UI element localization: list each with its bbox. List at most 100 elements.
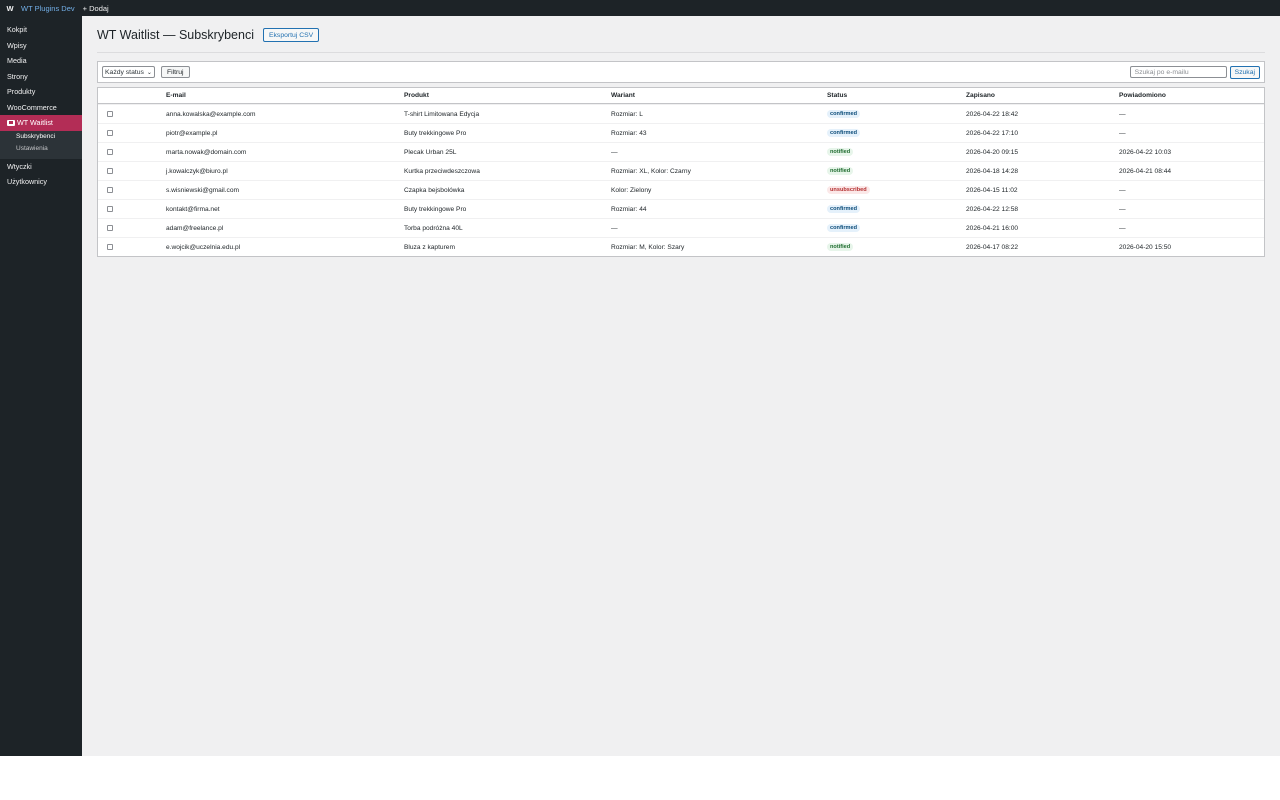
status-badge: confirmed [827, 224, 861, 232]
cell-product: Plecak Urban 25L [404, 148, 457, 156]
page-header: WT Waitlist — Subskrybenci Eksportuj CSV [97, 28, 320, 42]
sidebar-item-wt-waitlist[interactable]: WT Waitlist [0, 115, 82, 131]
table-row[interactable]: s.wisniewski@gmail.com Czapka bejsbolówka… [98, 180, 1264, 199]
row-checkbox[interactable] [107, 206, 113, 212]
sidebar-item-label: Wpisy [7, 40, 27, 50]
submenu-item-subscribers[interactable]: Subskrybenci [0, 131, 82, 143]
waitlist-submenu: Subskrybenci Ustawienia [0, 130, 82, 159]
add-new-link[interactable]: + Dodaj [83, 4, 109, 13]
sidebar-item-label: Wtyczki [7, 161, 32, 171]
cell-email: kontakt@firma.net [166, 205, 220, 213]
cell-saved: 2026-04-22 12:58 [966, 205, 1019, 213]
cell-product: Buty trekkingowe Pro [404, 205, 467, 213]
sidebar-item-users[interactable]: Użytkownicy [0, 174, 82, 190]
cell-saved: 2026-04-21 16:00 [966, 224, 1019, 232]
search-input[interactable] [1129, 66, 1227, 78]
row-check-cell [98, 206, 166, 212]
table-row[interactable]: kontakt@firma.net Buty trekkingowe Pro Roz… [98, 199, 1264, 218]
sidebar-item-label: WT Waitlist [17, 118, 53, 128]
row-check-cell [98, 168, 166, 174]
cell-saved: 2026-04-17 08:22 [966, 243, 1019, 251]
sidebar-item-posts[interactable]: Wpisy [0, 38, 82, 54]
cell-status: notified [827, 148, 966, 156]
cell-variant: — [611, 148, 618, 156]
status-filter-select[interactable]: Każdy status ⌄ [102, 66, 155, 78]
cell-notified: — [1119, 186, 1126, 194]
cell-saved: 2026-04-22 17:10 [966, 129, 1019, 137]
site-name-link[interactable]: WT Plugins Dev [21, 4, 75, 13]
cell-email: piotr@example.pl [166, 129, 218, 137]
sidebar-item-woocommerce[interactable]: WooCommerce [0, 100, 82, 116]
table-row[interactable]: e.wojcik@uczelnia.edu.pl Bluza z kapturem… [98, 237, 1264, 256]
row-check-cell [98, 244, 166, 250]
status-filter-value: Każdy status [105, 68, 144, 76]
column-header-email[interactable]: E-mail [166, 92, 404, 99]
row-checkbox[interactable] [107, 149, 113, 155]
cell-product: Bluza z kapturem [404, 243, 455, 251]
cell-variant: Kolor: Zielony [611, 186, 652, 194]
row-checkbox[interactable] [107, 111, 113, 117]
cell-product: Buty trekkingowe Pro [404, 129, 467, 137]
cell-status: confirmed [827, 129, 966, 137]
sidebar-item-label: WooCommerce [7, 102, 57, 112]
table-row[interactable]: adam@freelance.pl Torba podróżna 40L — conf… [98, 218, 1264, 237]
filter-toolbar: Każdy status ⌄ Filtruj Szukaj [97, 61, 1265, 83]
admin-sidebar: Kokpit Wpisy Media Strony Produkty WooCo… [0, 16, 82, 756]
column-header-variant[interactable]: Wariant [611, 92, 827, 99]
row-check-cell [98, 149, 166, 155]
cell-email: adam@freelance.pl [166, 224, 224, 232]
submenu-item-settings[interactable]: Ustawienia [0, 143, 82, 155]
cell-product: Torba podróżna 40L [404, 224, 463, 232]
sidebar-item-media[interactable]: Media [0, 53, 82, 69]
column-header-notified[interactable]: Powiadomiono [1119, 92, 1264, 99]
cell-variant: Rozmiar: M, Kolor: Szary [611, 243, 685, 251]
sidebar-item-pages[interactable]: Strony [0, 69, 82, 85]
row-checkbox[interactable] [107, 168, 113, 174]
cell-notified: 2026-04-20 15:50 [1119, 243, 1172, 251]
sidebar-item-products[interactable]: Produkty [0, 84, 82, 100]
export-csv-button[interactable]: Eksportuj CSV [262, 28, 320, 42]
row-checkbox[interactable] [107, 130, 113, 136]
table-row[interactable]: anna.kowalska@example.com T-shirt Limitow… [98, 104, 1264, 123]
cell-notified: — [1119, 129, 1126, 137]
row-checkbox[interactable] [107, 225, 113, 231]
row-check-cell [98, 187, 166, 193]
page-title: WT Waitlist — Subskrybenci [97, 28, 254, 42]
row-check-cell [98, 225, 166, 231]
cell-saved: 2026-04-15 11:02 [966, 186, 1018, 194]
cell-status: confirmed [827, 110, 966, 118]
wordpress-logo-icon[interactable]: W [0, 4, 20, 13]
cell-product: T-shirt Limitowana Edycja [404, 110, 480, 118]
cell-email: marta.nowak@domain.com [166, 148, 247, 156]
column-header-status[interactable]: Status [827, 92, 966, 99]
table-row[interactable]: j.kowalczyk@biuro.pl Kurtka przeciwdeszcz… [98, 161, 1264, 180]
cell-variant: Rozmiar: 43 [611, 129, 647, 137]
page-footer-area [0, 756, 1280, 800]
table-header-row: E-mail Produkt Wariant Status Zapisano P… [98, 88, 1264, 104]
status-badge: confirmed [827, 129, 861, 137]
sidebar-item-label: Strony [7, 71, 28, 81]
cell-notified: — [1119, 205, 1126, 213]
row-checkbox[interactable] [107, 244, 113, 250]
table-row[interactable]: marta.nowak@domain.com Plecak Urban 25L — n… [98, 142, 1264, 161]
cell-notified: 2026-04-21 08:44 [1119, 167, 1172, 175]
row-check-cell [98, 111, 166, 117]
cell-status: unsubscribed [827, 186, 966, 194]
row-checkbox[interactable] [107, 187, 113, 193]
cell-notified: — [1119, 110, 1126, 118]
status-badge: notified [827, 167, 854, 175]
chevron-down-icon: ⌄ [146, 69, 152, 76]
cell-saved: 2026-04-20 09:15 [966, 148, 1019, 156]
cell-variant: Rozmiar: L [611, 110, 643, 118]
table-row[interactable]: piotr@example.pl Buty trekkingowe Pro Rozm… [98, 123, 1264, 142]
sidebar-item-dashboard[interactable]: Kokpit [0, 22, 82, 38]
search-button[interactable]: Szukaj [1229, 65, 1260, 79]
filter-button[interactable]: Filtruj [160, 66, 190, 78]
column-header-product[interactable]: Produkt [404, 92, 611, 99]
table-body: anna.kowalska@example.com T-shirt Limitow… [98, 104, 1264, 256]
sidebar-item-plugins[interactable]: Wtyczki [0, 159, 82, 175]
column-header-saved[interactable]: Zapisano [966, 92, 1119, 99]
cell-notified: 2026-04-22 10:03 [1119, 148, 1172, 156]
cell-status: confirmed [827, 205, 966, 213]
cell-notified: — [1119, 224, 1126, 232]
